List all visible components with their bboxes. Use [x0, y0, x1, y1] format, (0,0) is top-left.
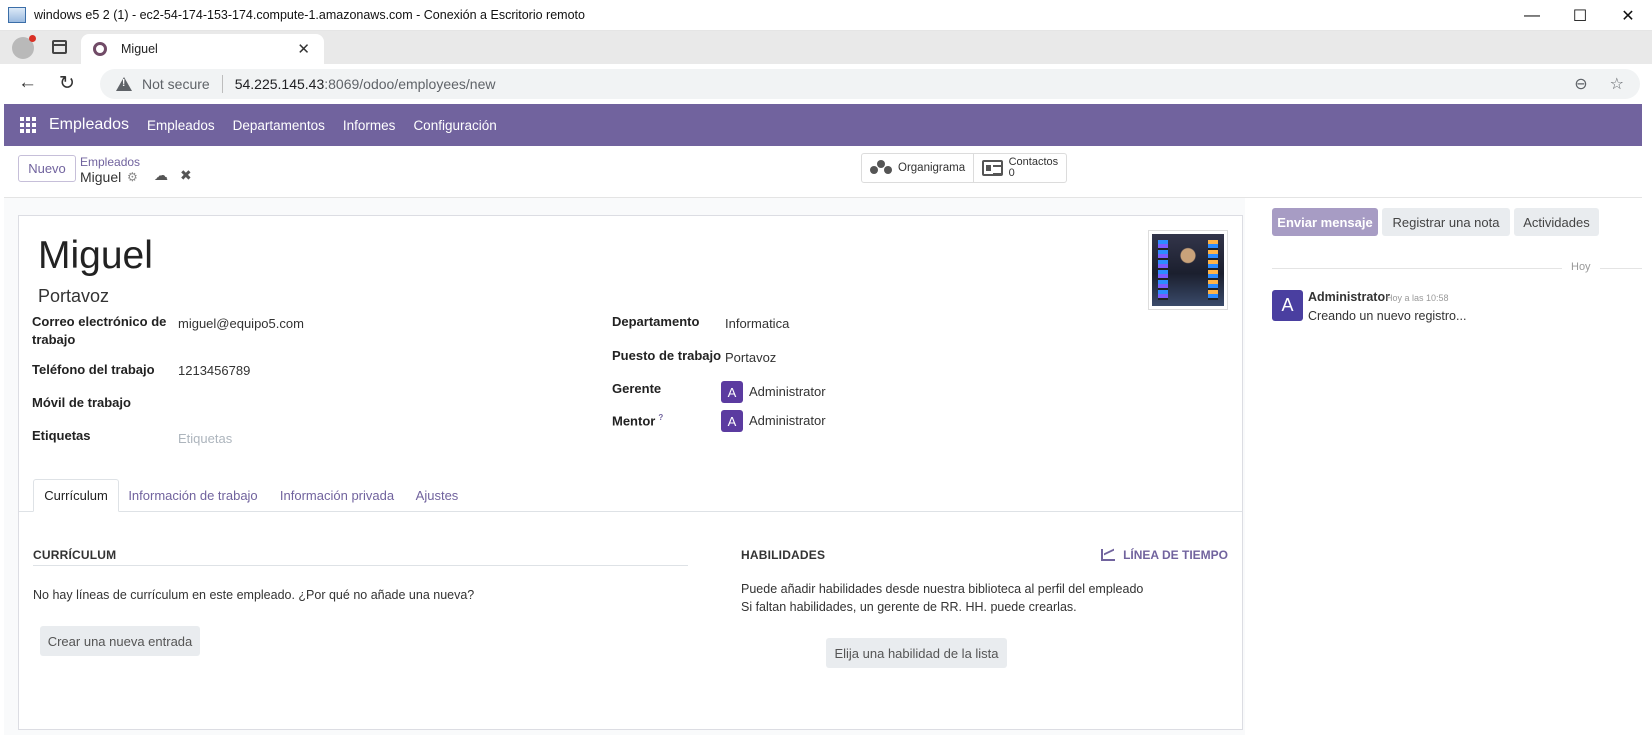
work-email-label: Correo electrónico de trabajo [32, 314, 167, 347]
browser-toolbar: ← ↻ Not secure 54.225.145.43:8069/odoo/e… [0, 64, 1652, 104]
skills-section-title: HABILIDADES [741, 548, 826, 562]
gear-icon[interactable]: ⚙ [127, 170, 138, 184]
breadcrumb-parent[interactable]: Empleados [80, 155, 140, 169]
timeline-label: LÍNEA DE TIEMPO [1123, 548, 1228, 562]
resume-section-title: CURRÍCULUM [33, 548, 117, 562]
address-separator [221, 75, 223, 93]
url-path: :8069/odoo/employees/new [324, 76, 496, 92]
control-panel: Nuevo Empleados Miguel ⚙ ☁ ✖ Organigrama… [4, 146, 1642, 198]
activities-button[interactable]: Actividades [1514, 208, 1599, 236]
tags-field[interactable]: Etiquetas [178, 431, 232, 446]
create-entry-button[interactable]: Crear una nueva entrada [40, 626, 200, 656]
org-chart-label: Organigrama [898, 162, 966, 174]
back-icon[interactable]: ← [18, 72, 37, 94]
job-position-label: Puesto de trabajo [612, 348, 722, 363]
manager-field[interactable]: Administrator [749, 384, 826, 399]
menu-departamentos[interactable]: Departamentos [233, 118, 325, 133]
tab-title: Miguel [121, 42, 158, 56]
menu-empleados[interactable]: Empleados [147, 118, 215, 133]
work-mobile-label: Móvil de trabajo [32, 395, 131, 410]
log-note-button[interactable]: Registrar una nota [1382, 208, 1510, 236]
apps-menu-icon[interactable] [20, 117, 36, 133]
mentor-avatar: A [721, 410, 743, 432]
menu-configuracion[interactable]: Configuración [413, 118, 496, 133]
browser-tab-strip: Miguel ✕ + [0, 31, 1652, 88]
org-chart-button[interactable]: Organigrama [862, 154, 975, 182]
employee-photo[interactable] [1148, 230, 1228, 310]
breadcrumb-current: Miguel [80, 169, 122, 185]
save-cloud-icon[interactable]: ☁ [154, 167, 168, 184]
tab-curriculum[interactable]: Currículum [33, 479, 119, 512]
today-label: Hoy [1571, 261, 1591, 273]
job-position-field[interactable]: Portavoz [725, 350, 776, 365]
address-bar[interactable]: Not secure 54.225.145.43:8069/odoo/emplo… [100, 69, 1640, 99]
job-title-field[interactable]: Portavoz [38, 286, 109, 307]
notebook-tabs: Currículum Información de trabajo Inform… [19, 479, 1242, 512]
department-label: Departamento [612, 314, 700, 329]
mentor-field[interactable]: Administrator [749, 413, 826, 428]
remote-desktop-icon [8, 7, 26, 23]
url-host: 54.225.145.43 [234, 76, 325, 92]
message-body: Creando un nuevo registro... [1308, 309, 1467, 323]
menu-informes[interactable]: Informes [343, 118, 396, 133]
contact-card-icon [982, 160, 1003, 176]
warning-icon[interactable] [116, 77, 132, 91]
new-button[interactable]: Nuevo [18, 155, 76, 182]
tab-informacion-trabajo[interactable]: Información de trabajo [123, 479, 263, 512]
message-author-avatar[interactable]: A [1272, 290, 1303, 321]
chatter-panel: Enviar mensaje Registrar una nota Activi… [1245, 198, 1642, 735]
tab-informacion-privada[interactable]: Información privada [273, 479, 401, 512]
people-icon [870, 160, 892, 176]
resume-divider [33, 565, 688, 566]
manager-label: Gerente [612, 381, 662, 396]
manager-avatar: A [721, 381, 743, 403]
employee-photo-image [1152, 234, 1224, 306]
mentor-label: Mentor? [612, 413, 664, 429]
close-window-button[interactable]: ✕ [1604, 0, 1652, 31]
profile-icon[interactable] [12, 35, 36, 59]
rdp-title-bar: windows e5 2 (1) - ec2-54-174-153-174.co… [0, 0, 1652, 31]
employee-form-sheet: Miguel Portavoz Correo electrónico de tra… [18, 215, 1243, 730]
today-divider-left [1272, 268, 1562, 269]
odoo-main-navbar: Empleados Empleados Departamentos Inform… [4, 104, 1642, 146]
tab-actions-icon[interactable] [52, 40, 67, 54]
contacts-count: 0 [1008, 167, 1015, 179]
today-divider-right [1600, 268, 1642, 269]
timeline-button[interactable]: LÍNEA DE TIEMPO [1101, 548, 1228, 562]
pick-skill-button[interactable]: Elija una habilidad de la lista [826, 638, 1007, 668]
work-phone-field[interactable]: 1213456789 [178, 363, 250, 378]
work-email-field[interactable]: miguel@equipo5.com [178, 316, 304, 331]
tab-close-icon[interactable]: ✕ [297, 40, 310, 58]
window-controls: — ☐ ✕ [1508, 0, 1652, 31]
browser-tab[interactable]: Miguel ✕ [81, 34, 324, 64]
help-icon[interactable]: ? [658, 413, 663, 422]
reload-icon[interactable]: ↻ [59, 72, 75, 95]
work-phone-label: Teléfono del trabajo [32, 362, 155, 377]
send-message-button[interactable]: Enviar mensaje [1272, 208, 1378, 236]
bookmark-star-icon[interactable]: ☆ [1610, 74, 1624, 94]
employee-name-field[interactable]: Miguel [38, 234, 153, 278]
skills-help-text-1: Puede añadir habilidades desde nuestra b… [741, 582, 1144, 596]
app-name[interactable]: Empleados [49, 116, 129, 134]
tab-ajustes[interactable]: Ajustes [409, 479, 465, 512]
department-field[interactable]: Informatica [725, 316, 789, 331]
discard-icon[interactable]: ✖ [180, 167, 192, 184]
window-title: windows e5 2 (1) - ec2-54-174-153-174.co… [34, 8, 585, 22]
resume-empty-text: No hay líneas de currículum en este empl… [33, 588, 475, 602]
minimize-button[interactable]: — [1508, 0, 1556, 31]
work-mobile-field[interactable] [178, 396, 558, 414]
smart-buttons: Organigrama Contactos 0 [861, 153, 1068, 183]
message-author[interactable]: Administrator [1308, 290, 1390, 304]
contacts-label: Contactos [1008, 156, 1059, 168]
contacts-button[interactable]: Contactos 0 [974, 154, 1066, 182]
maximize-button[interactable]: ☐ [1556, 0, 1604, 31]
not-secure-label[interactable]: Not secure [142, 76, 210, 92]
skills-help-text-2: Si faltan habilidades, un gerente de RR.… [741, 600, 1077, 614]
odoo-favicon-icon [93, 42, 107, 56]
address-bar-actions: ⊖ ☆ [1574, 74, 1624, 94]
zoom-icon[interactable]: ⊖ [1574, 74, 1587, 94]
message-time: Hoy a las 10:58 [1386, 293, 1449, 303]
line-chart-icon [1101, 549, 1116, 561]
tags-label: Etiquetas [32, 428, 91, 443]
